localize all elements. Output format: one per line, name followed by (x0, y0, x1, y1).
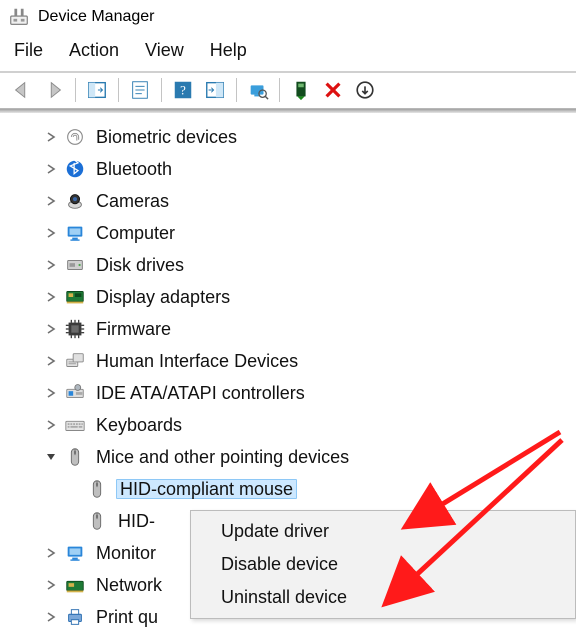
tree-item-label: Disk drives (96, 256, 184, 275)
tree-item-display-adapter[interactable]: Display adapters (18, 281, 576, 313)
mouse-icon (86, 478, 108, 500)
tree-item-bluetooth[interactable]: Bluetooth (18, 153, 576, 185)
tree-item-hid[interactable]: Human Interface Devices (18, 345, 576, 377)
toolbar-separator (161, 78, 162, 102)
chevron-right-icon[interactable] (44, 386, 58, 400)
tree-item-label: Human Interface Devices (96, 352, 298, 371)
chevron-right-icon[interactable] (44, 322, 58, 336)
update-driver-button[interactable] (287, 76, 315, 104)
menu-action[interactable]: Action (69, 40, 119, 61)
fingerprint-icon (64, 126, 86, 148)
tree-item-mouse[interactable]: Mice and other pointing devices (18, 441, 576, 473)
tree-item-label: Firmware (96, 320, 171, 339)
tree-item-keyboard[interactable]: Keyboards (18, 409, 576, 441)
chevron-right-icon[interactable] (44, 226, 58, 240)
chevron-right-icon[interactable] (44, 258, 58, 272)
menu-help[interactable]: Help (210, 40, 247, 61)
toolbar-separator (75, 78, 76, 102)
mouse-icon (86, 510, 108, 532)
show-hide-tree-button[interactable] (83, 76, 111, 104)
keyboard-icon (64, 414, 86, 436)
chevron-right-icon[interactable] (44, 354, 58, 368)
scan-hardware-button[interactable] (244, 76, 272, 104)
forward-button[interactable] (40, 76, 68, 104)
network-icon (64, 574, 86, 596)
tree-item-disk[interactable]: Disk drives (18, 249, 576, 281)
tree-item-label: HID- (118, 512, 155, 531)
firmware-icon (64, 318, 86, 340)
svg-text:?: ? (180, 83, 186, 97)
ide-icon (64, 382, 86, 404)
back-button[interactable] (8, 76, 36, 104)
tree-item-fingerprint[interactable]: Biometric devices (18, 121, 576, 153)
device-manager-icon (8, 6, 30, 28)
toolbar-separator (118, 78, 119, 102)
ctx-update-driver[interactable]: Update driver (191, 515, 575, 548)
chevron-right-icon[interactable] (44, 130, 58, 144)
action-button[interactable] (201, 76, 229, 104)
context-menu: Update driver Disable device Uninstall d… (190, 510, 576, 619)
toolbar-separator (236, 78, 237, 102)
chevron-right-icon[interactable] (44, 418, 58, 432)
ctx-disable-device[interactable]: Disable device (191, 548, 575, 581)
disk-icon (64, 254, 86, 276)
tree-item-label: Computer (96, 224, 175, 243)
monitor-icon (64, 542, 86, 564)
tree-item-label: Biometric devices (96, 128, 237, 147)
tree-item-computer[interactable]: Computer (18, 217, 576, 249)
ctx-uninstall-device[interactable]: Uninstall device (191, 581, 575, 614)
display-adapter-icon (64, 286, 86, 308)
disable-button[interactable] (351, 76, 379, 104)
hid-icon (64, 350, 86, 372)
toolbar: ? (0, 71, 576, 109)
menu-view[interactable]: View (145, 40, 184, 61)
tree-item-label: Bluetooth (96, 160, 172, 179)
toolbar-separator (279, 78, 280, 102)
chevron-right-icon[interactable] (44, 290, 58, 304)
uninstall-button[interactable] (319, 76, 347, 104)
menubar: File Action View Help (0, 34, 576, 71)
tree-item-firmware[interactable]: Firmware (18, 313, 576, 345)
tree-item-label: Cameras (96, 192, 169, 211)
tree-item-label: Display adapters (96, 288, 230, 307)
tree-item-label: Network (96, 576, 162, 595)
tree-item-label: HID-compliant mouse (120, 480, 293, 499)
properties-button[interactable] (126, 76, 154, 104)
tree-item-label: Print qu (96, 608, 158, 627)
tree-item-ide[interactable]: IDE ATA/ATAPI controllers (18, 377, 576, 409)
help-button[interactable]: ? (169, 76, 197, 104)
tree-item-camera[interactable]: Cameras (18, 185, 576, 217)
computer-icon (64, 222, 86, 244)
camera-icon (64, 190, 86, 212)
titlebar: Device Manager (0, 0, 576, 34)
chevron-right-icon[interactable] (44, 162, 58, 176)
tree-item-label: Monitor (96, 544, 156, 563)
chevron-right-icon[interactable] (44, 546, 58, 560)
chevron-right-icon[interactable] (44, 610, 58, 624)
menu-file[interactable]: File (14, 40, 43, 61)
window-title: Device Manager (38, 8, 155, 26)
tree-child-mouse[interactable]: HID-compliant mouse (18, 473, 576, 505)
chevron-right-icon[interactable] (44, 194, 58, 208)
chevron-right-icon[interactable] (44, 578, 58, 592)
tree-item-label: Keyboards (96, 416, 182, 435)
tree-item-label: Mice and other pointing devices (96, 448, 349, 467)
tree-item-label: IDE ATA/ATAPI controllers (96, 384, 305, 403)
mouse-icon (64, 446, 86, 468)
printer-icon (64, 606, 86, 628)
bluetooth-icon (64, 158, 86, 180)
chevron-down-icon[interactable] (44, 450, 58, 464)
